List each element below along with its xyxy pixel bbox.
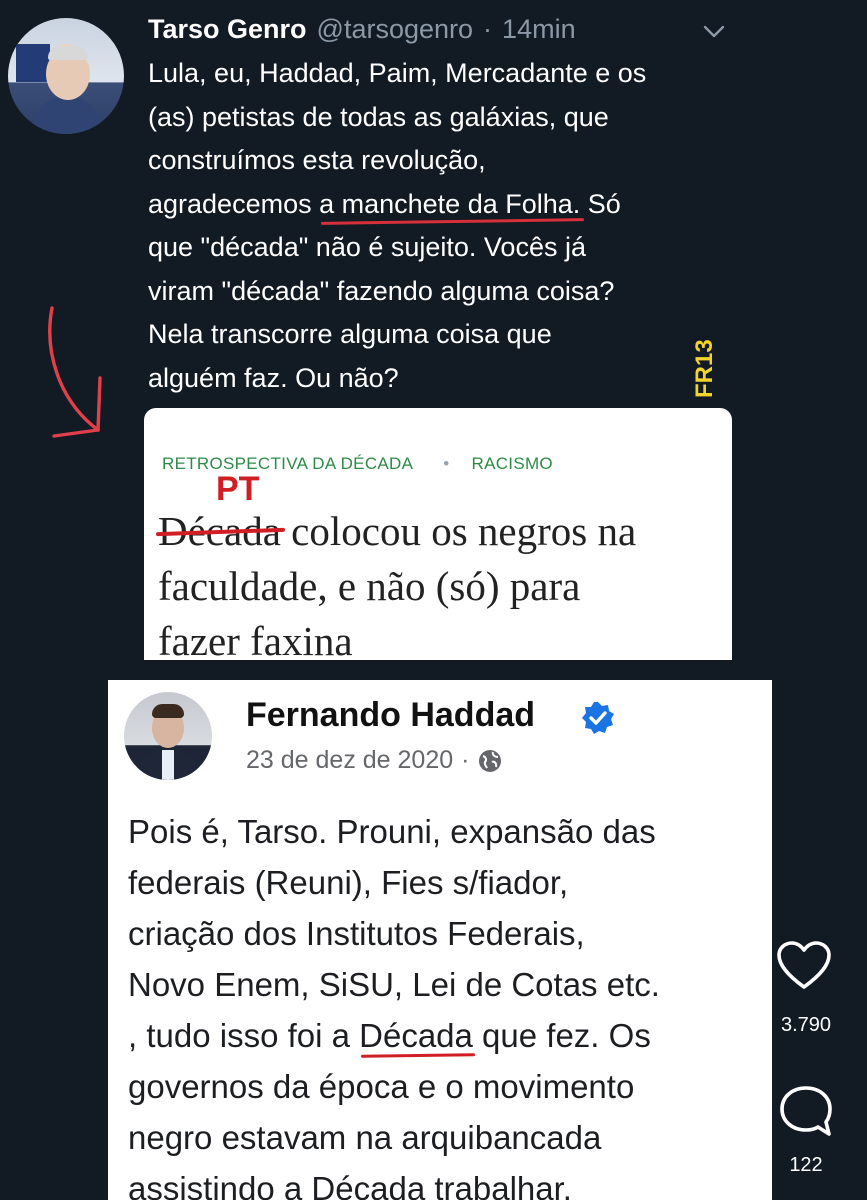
news-headline[interactable]: Década colocou os negros na faculdade, e… [158, 504, 728, 669]
tweet-line: agradecemos a manchete da Folha. Só [148, 183, 748, 227]
heart-icon[interactable] [776, 940, 832, 992]
headline-line: faculdade, e não (só) para [158, 563, 581, 609]
globe-icon[interactable] [477, 748, 503, 774]
tweet-line: (as) petistas de todas as galáxias, que [148, 101, 609, 132]
verified-badge-icon [582, 702, 614, 734]
tweet-line-end: Só [580, 188, 621, 219]
comment-bubble-icon[interactable] [778, 1084, 834, 1140]
tweet-line: viram "década" fazendo alguma coisa? [148, 275, 615, 306]
tweet-body: Lula, eu, Haddad, Paim, Mercadante e os … [148, 52, 748, 400]
avatar-shirt [32, 96, 102, 134]
post-line: Novo Enem, SiSU, Lei de Cotas etc. [128, 966, 660, 1003]
chevron-down-icon[interactable] [702, 22, 726, 42]
post-line: negro estavam na arquibancada [128, 1119, 602, 1156]
post-line: governos da época e o movimento [128, 1068, 635, 1105]
tweet-line: alguém faz. Ou não? [148, 362, 399, 393]
watermark-text: FR13 [691, 339, 718, 398]
tweet-header: Tarso Genro @tarsogenro · 14min [148, 14, 576, 45]
tweet-timestamp[interactable]: 14min [502, 14, 576, 45]
news-tag-separator: • [443, 454, 450, 473]
underlined-phrase: a manchete da Folha. [319, 183, 580, 227]
post-author-avatar[interactable] [124, 692, 212, 780]
avatar-shirt [162, 750, 174, 780]
avatar-background-flag [16, 44, 50, 82]
post-line-end: que fez. Os [472, 1017, 651, 1054]
post-author-name[interactable]: Fernando Haddad [246, 696, 535, 735]
tweet-line-start: agradecemos [148, 188, 320, 219]
headline-line-rest: colocou os negros na [280, 508, 637, 554]
post-line: Pois é, Tarso. Prouni, expansão das [128, 813, 656, 850]
comment-count[interactable]: 122 [770, 1154, 842, 1177]
tweet-author-name[interactable]: Tarso Genro [148, 14, 307, 45]
post-line: federais (Reuni), Fies s/fiador, [128, 864, 569, 901]
post-line: , tudo isso foi a Década que fez. Os [128, 1010, 768, 1061]
watermark-fr13: FR13 [691, 339, 718, 398]
headline-line: fazer faxina [158, 618, 353, 664]
post-meta-separator: · [461, 746, 470, 774]
struck-word: Década [158, 504, 281, 559]
tweet-line: construímos esta revolução, [148, 145, 486, 175]
tweet-line: Nela transcorre alguma coisa que [148, 319, 552, 349]
tweet-author-avatar[interactable] [8, 18, 124, 134]
hand-drawn-arrow-icon [48, 306, 102, 438]
avatar-hair [152, 704, 184, 718]
news-tag-racismo[interactable]: RACISMO [472, 454, 553, 473]
headline-line: Década colocou os negros na [158, 504, 728, 559]
facebook-post-card: Fernando Haddad 23 de dez de 2020 · Pois… [108, 680, 772, 1200]
post-body: Pois é, Tarso. Prouni, expansão das fede… [128, 806, 768, 1200]
avatar-hair [48, 46, 88, 60]
like-count[interactable]: 3.790 [770, 1014, 842, 1037]
news-article-card[interactable]: RETROSPECTIVA DA DÉCADA • RACISMO PT Décad… [144, 408, 732, 664]
post-line: criação dos Institutos Federais, [128, 915, 585, 952]
tweet-author-handle[interactable]: @tarsogenro [317, 14, 474, 45]
tweet-line: Lula, eu, Haddad, Paim, Mercadante e os [148, 58, 647, 88]
post-date[interactable]: 23 de dez de 2020 [246, 746, 453, 775]
news-tag-retrospectiva[interactable]: RETROSPECTIVA DA DÉCADA [162, 454, 413, 473]
post-meta: 23 de dez de 2020 · [246, 746, 503, 775]
underlined-word: Década [359, 1010, 473, 1061]
post-line: assistindo a Década trabalhar. [128, 1170, 572, 1200]
tweet-line: que "década" não é sujeito. Vocês já [148, 232, 586, 262]
tweet-meta-separator: · [483, 14, 493, 44]
post-line-start: , tudo isso foi a [128, 1017, 360, 1054]
